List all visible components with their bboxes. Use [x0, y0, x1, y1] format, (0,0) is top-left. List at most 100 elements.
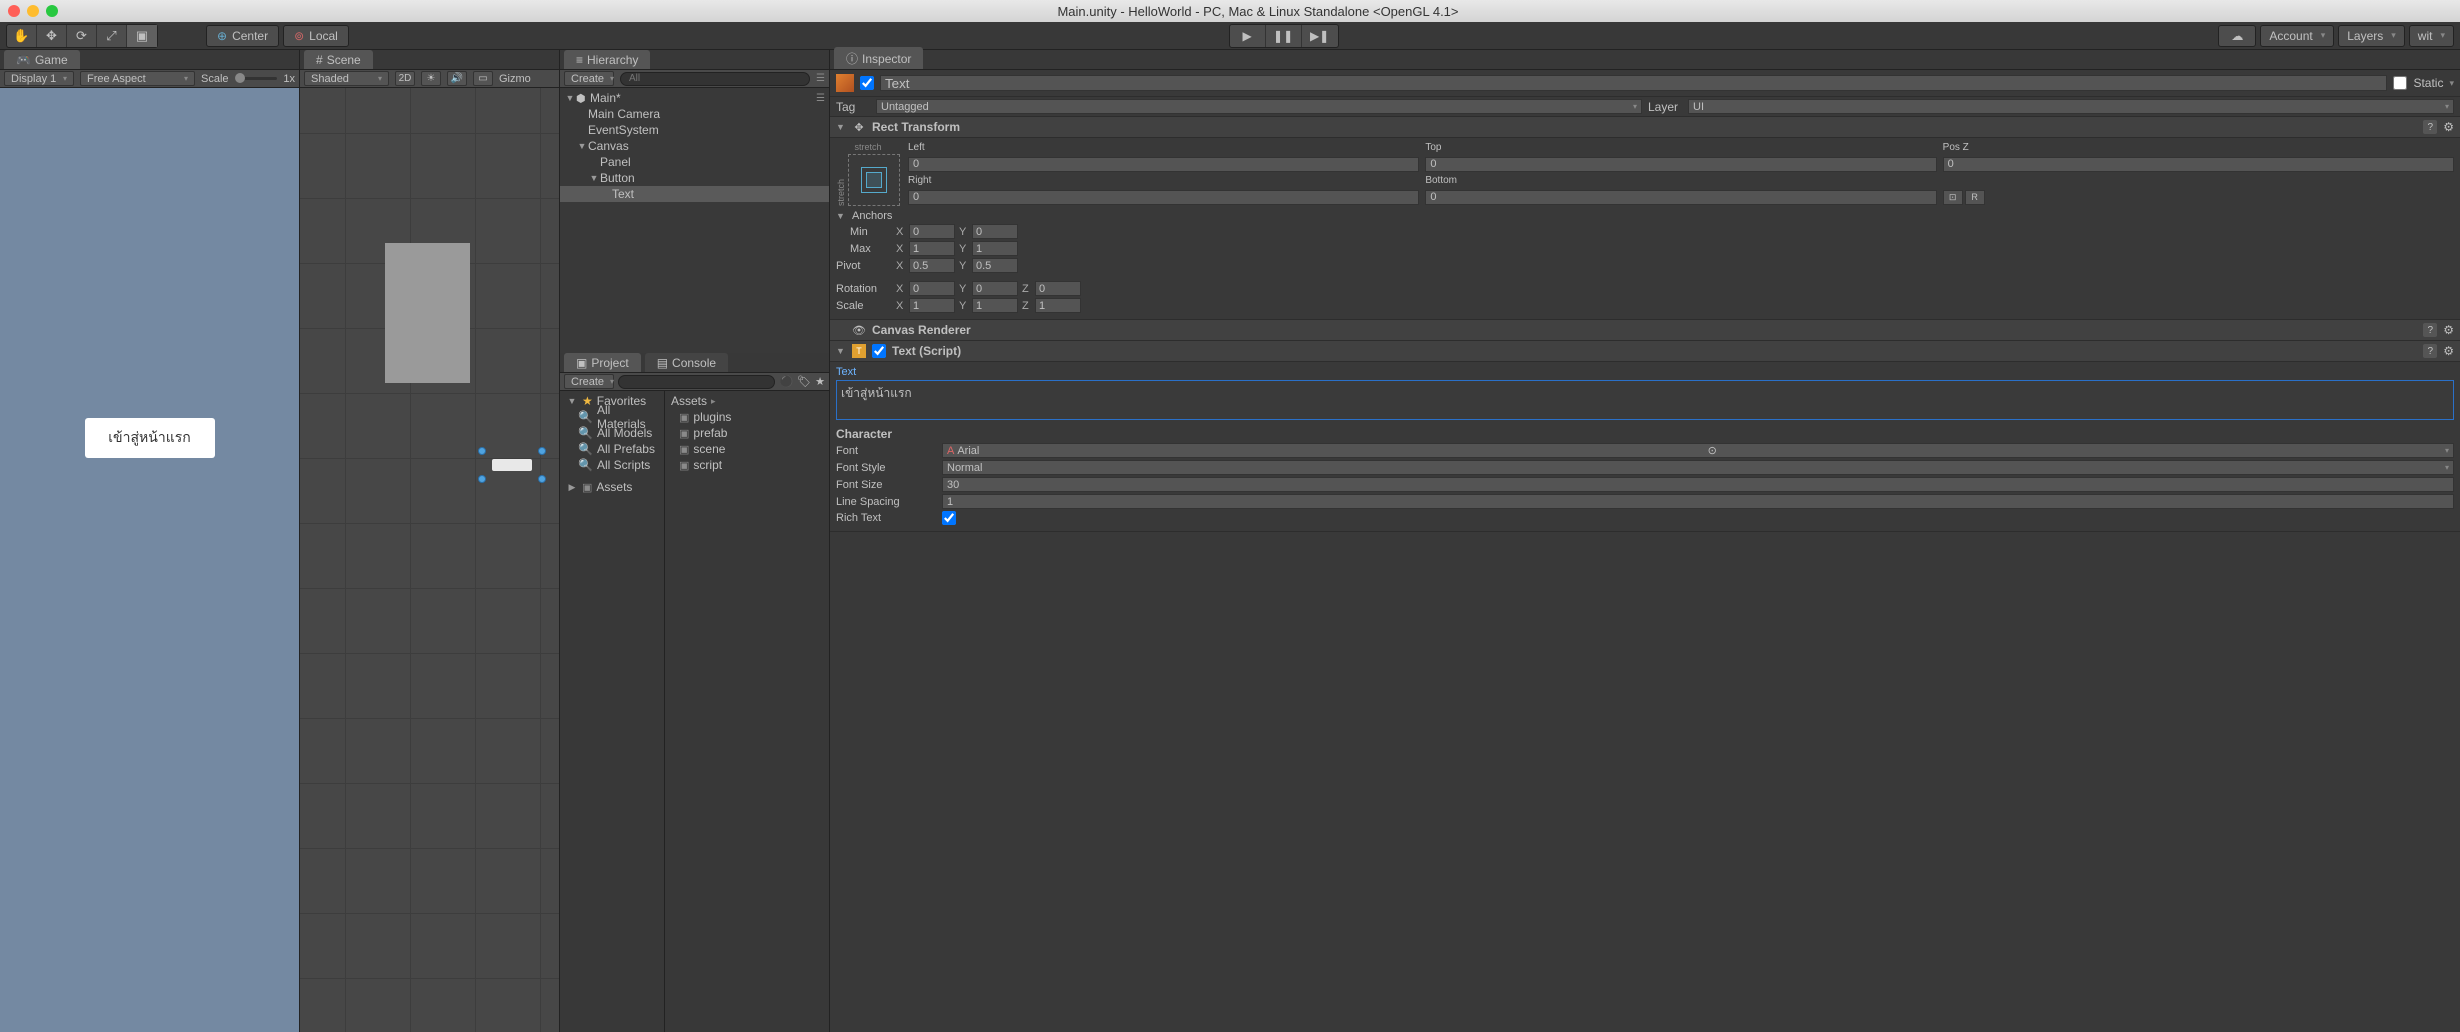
- bottom-field[interactable]: [1425, 190, 1936, 205]
- tag-filter-icon[interactable]: 🏷: [797, 375, 811, 388]
- hierarchy-item[interactable]: ▼Canvas: [560, 138, 829, 154]
- font-size-field[interactable]: [942, 477, 2454, 492]
- shading-dropdown[interactable]: Shaded: [304, 71, 389, 86]
- text-value-field[interactable]: [836, 380, 2454, 420]
- foldout-icon[interactable]: ▼: [836, 211, 846, 221]
- hierarchy-search[interactable]: [620, 72, 810, 86]
- rotation-y[interactable]: [972, 281, 1018, 296]
- hierarchy-item[interactable]: Main Camera: [560, 106, 829, 122]
- cloud-button[interactable]: ☁: [2218, 25, 2256, 47]
- font-style-dropdown[interactable]: Normal: [942, 460, 2454, 475]
- project-search[interactable]: [618, 375, 775, 389]
- active-checkbox[interactable]: [860, 76, 874, 90]
- top-field[interactable]: [1425, 157, 1936, 172]
- help-icon[interactable]: ?: [2423, 344, 2437, 358]
- gizmos-label[interactable]: Gizmo: [499, 73, 531, 85]
- scene-view[interactable]: [300, 88, 559, 1032]
- hand-tool[interactable]: ✋: [7, 25, 37, 47]
- pause-button[interactable]: ❚❚: [1266, 25, 1302, 47]
- effects-icon[interactable]: ▭: [473, 71, 493, 86]
- name-field[interactable]: [880, 75, 2387, 91]
- anchor-max-x[interactable]: [909, 241, 955, 256]
- scene-canvas-object[interactable]: [385, 243, 470, 383]
- favorite-item[interactable]: 🔍All Models: [560, 425, 664, 441]
- favorite-item[interactable]: 🔍All Scripts: [560, 457, 664, 473]
- anchor-min-y[interactable]: [972, 224, 1018, 239]
- minimize-icon[interactable]: [27, 5, 39, 17]
- move-tool[interactable]: ✥: [37, 25, 67, 47]
- rotation-x[interactable]: [909, 281, 955, 296]
- static-checkbox[interactable]: [2393, 76, 2407, 90]
- tab-game[interactable]: 🎮 Game: [4, 50, 80, 69]
- tab-console[interactable]: ▤ Console: [645, 353, 728, 372]
- light-icon[interactable]: ☀: [421, 71, 441, 86]
- handle-icon[interactable]: [538, 447, 546, 455]
- aspect-dropdown[interactable]: Free Aspect: [80, 71, 195, 86]
- line-spacing-field[interactable]: [942, 494, 2454, 509]
- layers-dropdown[interactable]: Layers: [2338, 25, 2405, 47]
- handle-icon[interactable]: [478, 475, 486, 483]
- folder-item[interactable]: ▣plugins: [665, 409, 829, 425]
- scale-z[interactable]: [1035, 298, 1081, 313]
- account-dropdown[interactable]: Account: [2260, 25, 2334, 47]
- anchor-min-x[interactable]: [909, 224, 955, 239]
- rect-tool[interactable]: ▣: [127, 25, 157, 47]
- hierarchy-item[interactable]: EventSystem: [560, 122, 829, 138]
- folder-item[interactable]: ▣prefab: [665, 425, 829, 441]
- folder-item[interactable]: ▣scene: [665, 441, 829, 457]
- pivot-mode-button[interactable]: ⊕Center: [206, 25, 279, 47]
- blueprint-mode-button[interactable]: ⊡: [1943, 190, 1963, 205]
- folder-item[interactable]: ▣script: [665, 457, 829, 473]
- hierarchy-item[interactable]: ▼Button: [560, 170, 829, 186]
- help-icon[interactable]: ?: [2423, 323, 2437, 337]
- tab-scene[interactable]: # Scene: [304, 50, 373, 69]
- audio-icon[interactable]: 🔊: [447, 71, 467, 86]
- assets-folder[interactable]: ▶▣Assets: [560, 479, 664, 495]
- tag-dropdown[interactable]: Untagged: [876, 99, 1642, 114]
- rotate-tool[interactable]: ⟳: [67, 25, 97, 47]
- anchor-preset-button[interactable]: [848, 154, 900, 206]
- scale-y[interactable]: [972, 298, 1018, 313]
- hierarchy-item-selected[interactable]: Text: [560, 186, 829, 202]
- scale-tool[interactable]: ⤢: [97, 25, 127, 47]
- right-field[interactable]: [908, 190, 1419, 205]
- menu-icon[interactable]: ☰: [816, 93, 825, 104]
- foldout-icon[interactable]: ▼: [836, 346, 846, 356]
- mode-2d-toggle[interactable]: 2D: [395, 71, 415, 86]
- posz-field[interactable]: [1943, 157, 2454, 172]
- foldout-icon[interactable]: ▼: [836, 122, 846, 132]
- breadcrumb[interactable]: Assets ▸: [665, 393, 829, 409]
- layout-dropdown[interactable]: wit: [2409, 25, 2454, 47]
- create-dropdown[interactable]: Create: [564, 71, 614, 86]
- left-field[interactable]: [908, 157, 1419, 172]
- gameobject-icon[interactable]: [836, 74, 854, 92]
- filter-icon[interactable]: ⚫: [779, 375, 793, 388]
- help-icon[interactable]: ?: [2423, 120, 2437, 134]
- pivot-x[interactable]: [909, 258, 955, 273]
- rotation-z[interactable]: [1035, 281, 1081, 296]
- scale-slider[interactable]: [235, 77, 278, 80]
- anchor-max-y[interactable]: [972, 241, 1018, 256]
- tab-project[interactable]: ▣ Project: [564, 353, 641, 372]
- rotation-mode-button[interactable]: ⊚Local: [283, 25, 349, 47]
- gear-icon[interactable]: ⚙: [2443, 344, 2454, 358]
- hierarchy-item[interactable]: Panel: [560, 154, 829, 170]
- rich-text-checkbox[interactable]: [942, 511, 956, 525]
- scene-root[interactable]: ▼⬢Main*☰: [560, 90, 829, 106]
- favorite-item[interactable]: 🔍All Materials: [560, 409, 664, 425]
- gear-icon[interactable]: ⚙: [2443, 323, 2454, 337]
- static-dropdown-icon[interactable]: ▾: [2449, 78, 2454, 89]
- raw-edit-button[interactable]: R: [1965, 190, 1985, 205]
- gear-icon[interactable]: ⚙: [2443, 120, 2454, 134]
- tab-inspector[interactable]: ⓘ Inspector: [834, 47, 923, 69]
- display-dropdown[interactable]: Display 1: [4, 71, 74, 86]
- component-enable-checkbox[interactable]: [872, 344, 886, 358]
- font-field[interactable]: AArial⊙: [942, 443, 2454, 458]
- step-button[interactable]: ▶❚: [1302, 25, 1338, 47]
- tab-hierarchy[interactable]: ≡ Hierarchy: [564, 50, 650, 69]
- star-filter-icon[interactable]: ★: [815, 375, 825, 388]
- project-create-dropdown[interactable]: Create: [564, 374, 614, 389]
- pivot-y[interactable]: [972, 258, 1018, 273]
- foldout-icon[interactable]: [836, 325, 846, 335]
- scale-x[interactable]: [909, 298, 955, 313]
